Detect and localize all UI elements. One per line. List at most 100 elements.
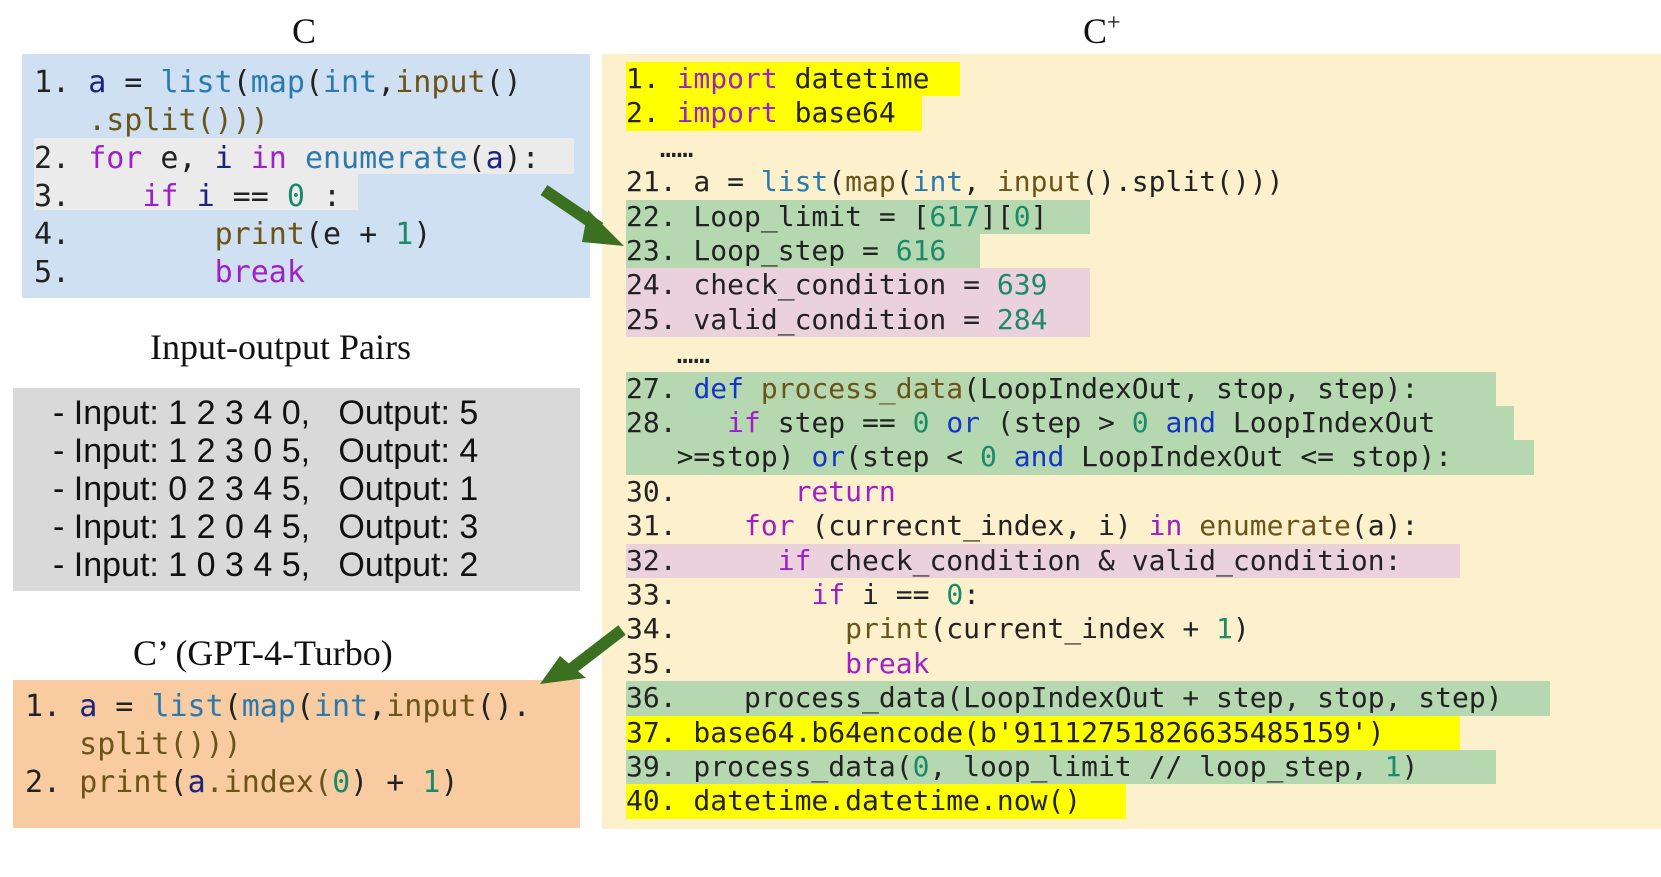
code-token: >=stop) <box>626 440 812 474</box>
code-token: for <box>744 509 795 543</box>
code-token: 0 <box>1013 199 1031 233</box>
code-token: in <box>250 141 287 176</box>
io-pair: - Input: 1 0 3 4 5, Output: 2 <box>53 546 479 584</box>
code-token: 3. <box>34 179 89 214</box>
code-token: if <box>142 179 179 214</box>
code-line: 36. process_data(LoopIndexOut + step, st… <box>626 681 1503 715</box>
code-token: 40. datetime.datetime.now() <box>626 784 1082 818</box>
code-token: 284 <box>996 302 1048 336</box>
code-token: (step < <box>845 440 981 474</box>
code-token: i == <box>845 578 947 611</box>
code-token: 22. Loop_limit = [ <box>626 199 930 233</box>
code-line: >=stop) or(step < 0 and LoopIndexOut <= … <box>626 440 1452 474</box>
code-token: , loop_limit // loop_step, <box>929 750 1385 783</box>
code-token: i <box>214 141 233 176</box>
code-panel-c: 1. a = list(map(int,input() .split())) 2.… <box>22 54 590 298</box>
code-token: (current_index + <box>929 612 1217 646</box>
code-token: ][ <box>980 199 1014 233</box>
code-token: ( <box>232 65 251 100</box>
code-line: split())) <box>25 726 242 764</box>
code-line: 1. import datetime <box>626 62 929 96</box>
io-pair: - Input: 1 2 0 4 5, Output: 3 <box>53 508 479 546</box>
code-line: 4. print(e + 1) <box>34 216 431 254</box>
code-token: step == <box>760 406 913 439</box>
code-token: def <box>693 371 745 405</box>
code-token: import <box>676 96 778 130</box>
code-line: 2. print(a.index(0) + 1) <box>25 764 459 802</box>
code-token: , <box>377 65 396 100</box>
code-line: …… <box>626 337 711 371</box>
code-token: 23. Loop_step = <box>626 234 896 267</box>
code-token: 30. <box>626 474 795 508</box>
code-token: : <box>963 578 981 611</box>
code-line: 31. for (currecnt_index, i) in enumerate… <box>626 509 1418 543</box>
code-token: 1. <box>34 65 89 100</box>
code-token: return <box>794 474 896 508</box>
code-token: if <box>727 406 761 439</box>
code-line: …… <box>626 130 694 165</box>
code-token: 4. <box>34 217 89 252</box>
code-token: process_data <box>760 371 964 405</box>
code-token: , <box>963 165 997 199</box>
code-token: = <box>97 689 152 724</box>
code-token: 39. process_data( <box>626 750 913 783</box>
code-token: ().split())) <box>1081 165 1284 199</box>
code-token: list <box>151 689 224 724</box>
code-token: print <box>214 217 305 252</box>
code-token: i <box>196 179 215 214</box>
code-line: 28. if step == 0 or (step > 0 and LoopIn… <box>626 406 1435 440</box>
code-token: for <box>88 141 143 176</box>
title-c: C <box>292 11 317 51</box>
code-token: break <box>214 255 305 290</box>
code-token: 617 <box>929 199 981 233</box>
code-token: map <box>845 165 896 199</box>
code-token: ( <box>828 165 846 199</box>
code-line: 35. break <box>626 647 929 681</box>
code-token: ) <box>440 765 459 800</box>
code-token: break <box>845 646 930 680</box>
code-token: 2. <box>626 96 677 130</box>
code-line: 23. Loop_step = 616 <box>626 234 946 268</box>
code-token: 0 <box>912 750 930 783</box>
code-token: ) <box>413 217 432 252</box>
title-c-plus-text: C <box>1083 11 1108 51</box>
code-token: 31. <box>626 509 745 543</box>
code-token: 0 <box>980 440 997 474</box>
title-c-prime: C’ (GPT-4-Turbo) <box>133 633 393 673</box>
code-token: 2. <box>34 141 89 176</box>
code-token: () <box>485 65 522 100</box>
code-token: ): <box>503 141 540 176</box>
code-token: ( <box>467 141 486 176</box>
code-token: 639 <box>996 268 1048 302</box>
code-token: 616 <box>895 234 947 267</box>
code-token: (a): <box>1350 509 1419 543</box>
title-io-pairs: Input-output Pairs <box>150 327 411 367</box>
code-token: input <box>996 165 1082 199</box>
code-token: int <box>314 689 369 724</box>
code-token: (LoopIndexOut, stop, step): <box>963 371 1419 405</box>
code-token: (currecnt_index, i) <box>794 509 1149 543</box>
code-token: a <box>79 689 98 724</box>
code-token: and <box>1165 406 1217 439</box>
code-token: list <box>760 165 829 199</box>
code-token: , <box>368 689 387 724</box>
code-token: e, <box>142 141 215 176</box>
code-token: .index( <box>205 765 333 800</box>
code-token: (). <box>476 689 531 724</box>
io-pair: - Input: 1 2 3 0 5, Output: 4 <box>53 432 479 470</box>
code-token: LoopIndexOut <box>1216 406 1436 439</box>
code-line: .split())) <box>34 102 269 140</box>
code-token: 1 <box>1384 750 1402 783</box>
code-token: 25. valid_condition = <box>626 302 997 336</box>
code-token: a <box>88 65 107 100</box>
code-token: : <box>304 179 342 214</box>
code-token: split())) <box>25 727 242 762</box>
code-token: 0 <box>286 179 305 214</box>
code-token: a <box>485 141 504 176</box>
code-token: check_condition & valid_condition: <box>811 543 1402 577</box>
code-line: 2. import base64 <box>626 96 896 130</box>
code-token: map <box>241 689 296 724</box>
code-token: …… <box>626 130 694 164</box>
